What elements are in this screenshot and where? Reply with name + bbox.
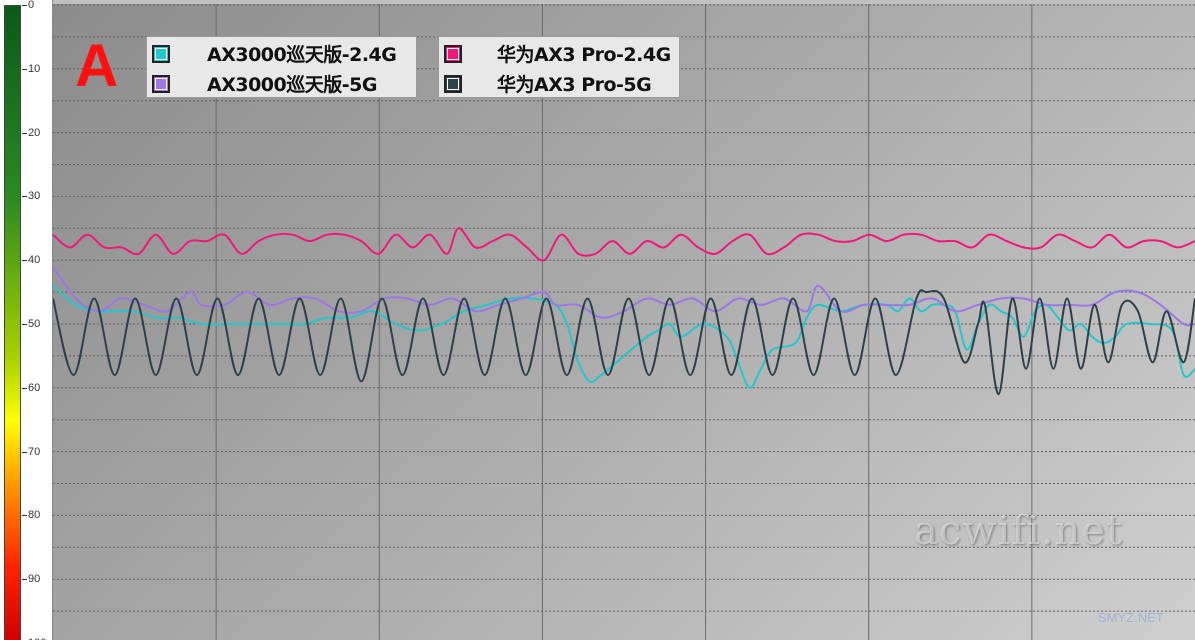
legend-label: AX3000巡天版-5G [207, 74, 377, 96]
y-tick-mark [22, 515, 27, 517]
watermark-small: SMYZ.NET [1098, 610, 1164, 625]
y-tick-mark [22, 387, 27, 389]
y-axis-panel: 0102030405060708090100 [0, 0, 53, 640]
signal-chart-window: 0102030405060708090100 A AX3000巡天版-2.4G … [0, 0, 1195, 640]
y-tick-label: 60 [28, 381, 41, 394]
y-tick-label: 90 [28, 573, 41, 586]
series-line [53, 227, 1195, 262]
corner-letter: A [75, 32, 119, 99]
legend-entry: 华为AX3 Pro-5G [439, 69, 679, 98]
legend-box-left: AX3000巡天版-2.4G AX3000巡天版-5G [146, 36, 417, 98]
y-tick-mark [22, 68, 27, 70]
legend-swatch-icon [152, 74, 170, 93]
legend-entry: AX3000巡天版-5G [147, 69, 416, 98]
watermark: acwifi.net [914, 508, 1124, 554]
y-tick-label: 30 [28, 190, 41, 203]
y-tick-mark [22, 132, 27, 134]
y-tick-label: 0 [28, 0, 35, 11]
signal-strength-gradient [4, 5, 21, 640]
y-tick-mark [22, 579, 27, 581]
y-tick-mark [22, 324, 27, 325]
series-line [53, 284, 1195, 389]
legend-entry: 华为AX3 Pro-2.4G [439, 39, 679, 68]
legend-swatch-icon [152, 44, 170, 63]
y-tick-label: 50 [28, 318, 41, 330]
legend-label: AX3000巡天版-2.4G [207, 44, 397, 66]
y-tick-label: 70 [28, 445, 41, 458]
y-tick-mark [22, 5, 27, 6]
legend-box-right: 华为AX3 Pro-2.4G 华为AX3 Pro-5G [438, 36, 680, 98]
y-tick-label: 80 [28, 509, 41, 522]
y-tick-mark [22, 451, 27, 453]
legend-swatch-icon [444, 44, 462, 63]
y-tick-mark [22, 196, 27, 198]
y-tick-label: 20 [28, 126, 41, 139]
legend-entry: AX3000巡天版-2.4G [147, 39, 416, 68]
y-tick-mark [22, 260, 27, 262]
legend-swatch-icon [444, 74, 462, 93]
y-tick-label: 40 [28, 254, 41, 267]
legend-label: 华为AX3 Pro-2.4G [497, 44, 671, 66]
y-tick-label: 10 [28, 62, 41, 75]
legend-label: 华为AX3 Pro-5G [497, 74, 652, 96]
